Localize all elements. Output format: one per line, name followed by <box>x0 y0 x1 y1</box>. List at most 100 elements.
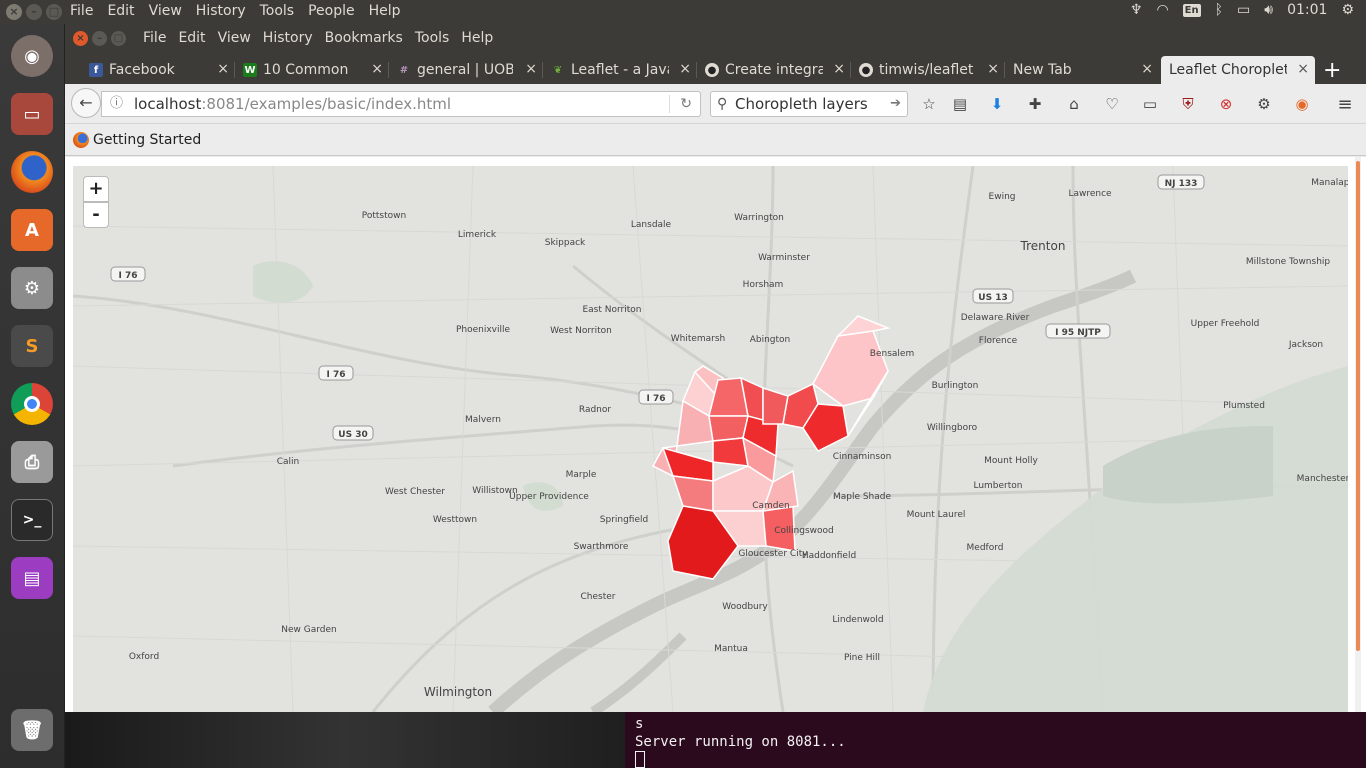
highway-shield-label: I 76 <box>118 271 137 281</box>
map-place-label: Oxford <box>129 652 159 662</box>
launcher-files[interactable]: ▭ <box>6 88 58 140</box>
tab-new-tab[interactable]: New Tab × <box>1005 56 1159 84</box>
menu-bookmarks[interactable]: Bookmarks <box>325 30 403 46</box>
tab-close-icon[interactable]: × <box>679 61 691 77</box>
map-place-label: Willingboro <box>927 423 978 433</box>
tab-close-icon[interactable]: × <box>1141 61 1153 77</box>
new-tab-plus-icon[interactable]: + <box>1323 58 1341 83</box>
zoom-in-button[interactable]: + <box>83 176 109 202</box>
accessibility-icon[interactable]: ♆ <box>1130 2 1143 18</box>
menu-file[interactable]: File <box>143 30 166 46</box>
bookmark-getting-started[interactable]: Getting Started <box>73 132 201 148</box>
app-menu-file[interactable]: File <box>70 3 93 19</box>
extensions-puzzle-icon[interactable]: ✚ <box>1025 94 1045 114</box>
map-place-label: Westtown <box>433 515 477 525</box>
tab-close-icon[interactable]: × <box>371 61 383 77</box>
zoom-out-button[interactable]: - <box>83 202 109 228</box>
tab-general-uob[interactable]: # general | UOB × <box>389 56 543 84</box>
app-menu-edit[interactable]: Edit <box>107 3 134 19</box>
search-go-icon[interactable]: ➔ <box>890 92 901 116</box>
page-scrollbar-thumb[interactable] <box>1356 161 1360 651</box>
tab-facebook[interactable]: f Facebook × <box>81 56 235 84</box>
reload-icon[interactable]: ↻ <box>680 92 692 116</box>
tab-close-icon[interactable]: × <box>987 61 999 77</box>
tab-close-icon[interactable]: × <box>525 61 537 77</box>
map-place-label: Bensalem <box>870 349 914 359</box>
maximize-window-button[interactable]: □ <box>46 4 62 20</box>
reading-list-icon[interactable]: ▤ <box>950 94 970 114</box>
app-menu-history[interactable]: History <box>196 3 246 19</box>
launcher-firefox[interactable] <box>6 146 58 198</box>
app-menu-tools[interactable]: Tools <box>260 3 295 19</box>
minimize-window-button[interactable]: – <box>26 4 42 20</box>
firefox-close-button[interactable]: × <box>73 31 88 46</box>
map-place-label: East Norriton <box>582 305 641 315</box>
firefox-window: × – □ File Edit View History Bookmarks T… <box>65 24 1366 712</box>
tab-timwis-leaflet[interactable]: ● timwis/leaflet × <box>851 56 1005 84</box>
terminal-window[interactable]: s Server running on 8081... <box>65 712 1366 768</box>
blocker-icon[interactable]: ⊗ <box>1216 94 1236 114</box>
battery-icon[interactable]: ▭ <box>1237 2 1250 18</box>
app-menu-people[interactable]: People <box>308 3 355 19</box>
launcher-printer[interactable]: ⎙ <box>6 436 58 488</box>
launcher-software-center[interactable]: A <box>6 204 58 256</box>
app-menu-help[interactable]: Help <box>369 3 401 19</box>
tab-label: 10 Common D <box>263 62 349 78</box>
leaflet-map[interactable]: Pottstown Limerick Skippack Lansdale Warring… <box>73 166 1348 712</box>
map-place-label: Trenton <box>1020 239 1066 253</box>
tab-create-integra[interactable]: ● Create integra × <box>697 56 851 84</box>
back-button[interactable]: ← <box>71 88 101 118</box>
url-bar[interactable]: ⓘ localhost:8081/examples/basic/index.ht… <box>101 91 701 117</box>
site-info-icon[interactable]: ⓘ <box>110 92 123 116</box>
printer-icon: ⎙ <box>11 441 53 483</box>
launcher-system-settings[interactable]: ⚙ <box>6 262 58 314</box>
close-window-button[interactable]: × <box>6 4 22 20</box>
app-menu-view[interactable]: View <box>149 3 182 19</box>
pocket-icon[interactable]: ♡ <box>1102 94 1122 114</box>
keyboard-layout-indicator[interactable]: En <box>1182 3 1201 17</box>
ublock-icon[interactable]: ⛨ <box>1178 94 1198 114</box>
duckduckgo-icon[interactable]: ◉ <box>1292 94 1312 114</box>
terminal-cursor <box>635 751 645 768</box>
bluetooth-icon[interactable]: ᛒ <box>1215 2 1223 18</box>
highway-shield-label: US 30 <box>338 430 367 440</box>
tab-leaflet-choropleth[interactable]: Leaflet Choroplet × <box>1161 56 1315 84</box>
devrant-icon: W <box>243 63 257 77</box>
volume-icon[interactable]: 🔊︎ <box>1264 2 1273 18</box>
wifi-icon[interactable]: ◠ <box>1156 2 1168 18</box>
firefox-maximize-button[interactable]: □ <box>111 31 126 46</box>
downloads-icon[interactable]: ⬇ <box>987 94 1007 114</box>
menu-help[interactable]: Help <box>461 30 493 46</box>
launcher-dash[interactable]: ◉ <box>6 30 58 82</box>
window-icon[interactable]: ▭ <box>1140 94 1160 114</box>
hamburger-menu-icon[interactable]: ≡ <box>1335 94 1355 115</box>
launcher-terminal[interactable]: >_ <box>6 494 58 546</box>
firefox-minimize-button[interactable]: – <box>92 31 107 46</box>
menu-edit[interactable]: Edit <box>178 30 205 46</box>
menu-history[interactable]: History <box>263 30 313 46</box>
tab-leaflet[interactable]: ❦ Leaflet - a Java × <box>543 56 697 84</box>
search-input[interactable]: Choropleth layers <box>735 92 868 116</box>
launcher-sublime[interactable]: S <box>6 320 58 372</box>
tab-close-icon[interactable]: × <box>1297 61 1309 77</box>
tab-10-common[interactable]: W 10 Common D × <box>235 56 389 84</box>
tab-close-icon[interactable]: × <box>833 61 845 77</box>
launcher-trash[interactable]: 🗑︎ <box>6 704 58 756</box>
search-bar[interactable]: ⚲ Choropleth layers ➔ <box>710 91 908 117</box>
launcher-workspaces[interactable]: ▤ <box>6 552 58 604</box>
home-icon[interactable]: ⌂ <box>1064 94 1084 114</box>
settings-gear-icon[interactable]: ⚙ <box>1254 94 1274 114</box>
choropleth-district <box>712 437 749 467</box>
settings-gear-icon[interactable]: ⚙ <box>1341 2 1354 18</box>
terminal-output-line: s <box>635 716 644 732</box>
menu-view[interactable]: View <box>218 30 251 46</box>
launcher-chrome[interactable] <box>6 378 58 430</box>
bookmark-star-icon[interactable]: ☆ <box>919 94 939 114</box>
map-place-label: Phoenixville <box>456 325 511 335</box>
files-icon: ▭ <box>11 93 53 135</box>
menu-tools[interactable]: Tools <box>415 30 450 46</box>
clock[interactable]: 01:01 <box>1287 2 1327 18</box>
map-place-label: Pottstown <box>362 211 406 221</box>
bookmarks-toolbar: Getting Started <box>65 124 1366 156</box>
tab-close-icon[interactable]: × <box>217 61 229 77</box>
